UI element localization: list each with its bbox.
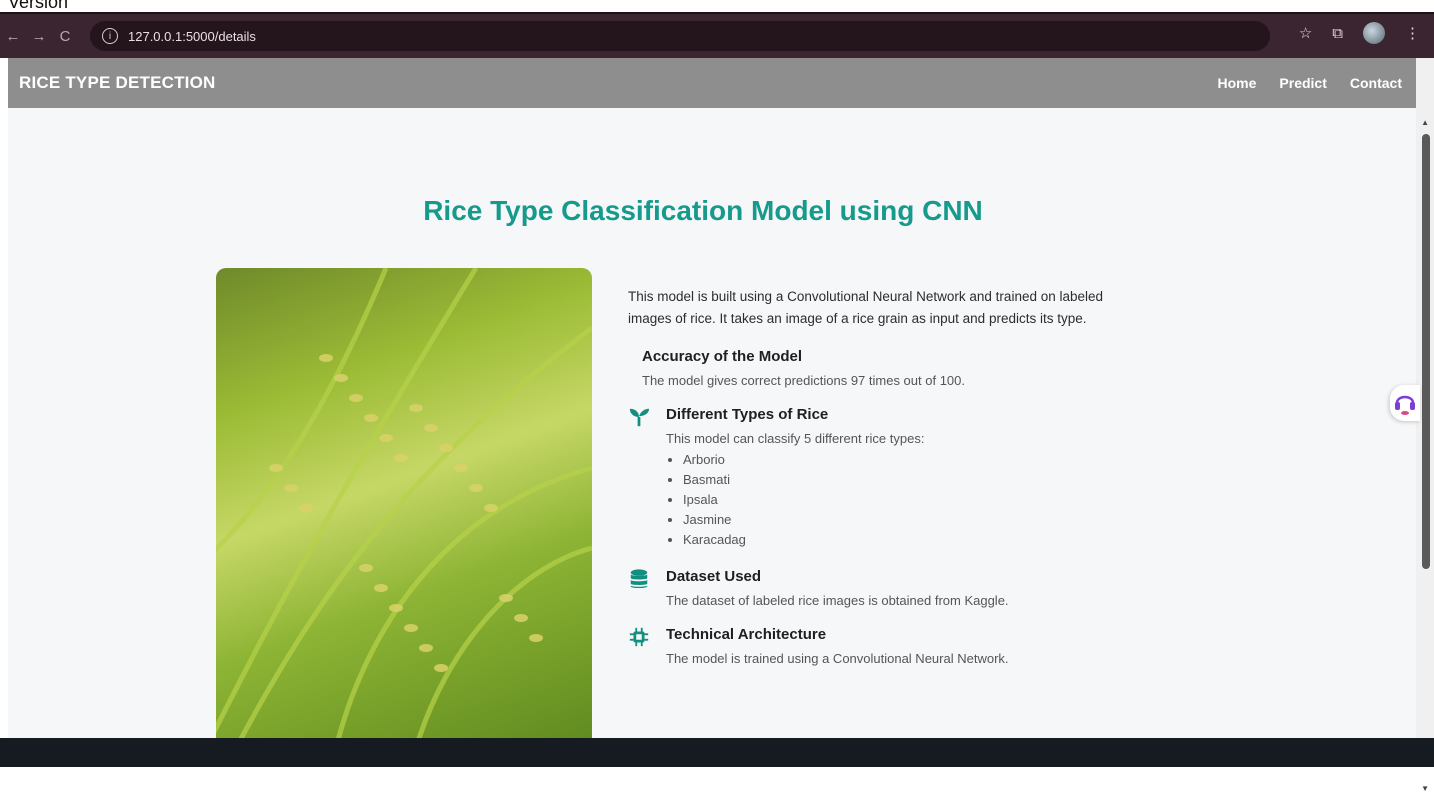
bottom-dark-bar	[0, 738, 1434, 767]
address-bar[interactable]: i 127.0.0.1:5000/details	[90, 21, 1270, 51]
list-item: Ipsala	[683, 490, 1188, 510]
section-heading-dataset: Dataset Used	[666, 568, 762, 585]
site-navbar: RICE TYPE DETECTION Home Predict Contact	[8, 58, 1416, 108]
extensions-icon[interactable]: ⧉	[1332, 25, 1343, 42]
section-accuracy: Accuracy of the Model The model gives co…	[628, 348, 1188, 388]
brand-title[interactable]: RICE TYPE DETECTION	[19, 73, 216, 93]
intro-line-1: This model is built using a Convolutiona…	[628, 289, 1104, 304]
nav-link-contact[interactable]: Contact	[1350, 75, 1402, 91]
nav-link-home[interactable]: Home	[1218, 75, 1257, 91]
top-strip-text: Version	[8, 0, 69, 12]
scroll-up-arrow-icon[interactable]: ▲	[1421, 118, 1429, 127]
nav-links: Home Predict Contact	[1218, 75, 1403, 91]
section-architecture: Technical Architecture The model is trai…	[628, 626, 1188, 666]
site-info-icon[interactable]: i	[102, 28, 118, 44]
section-heading-rice-types: Different Types of Rice	[666, 406, 829, 423]
scroll-thumb[interactable]	[1422, 134, 1430, 569]
list-item: Jasmine	[683, 510, 1188, 530]
intro-line-2: images of rice. It takes an image of a r…	[628, 311, 1087, 326]
support-chat-button[interactable]	[1390, 385, 1420, 421]
headset-icon	[1395, 395, 1415, 415]
section-dataset: Dataset Used The dataset of labeled rice…	[628, 568, 1188, 608]
database-icon	[630, 569, 648, 589]
rice-field-image	[216, 268, 592, 738]
list-item: Basmati	[683, 470, 1188, 490]
top-text-strip: Version	[0, 0, 1434, 12]
rice-illustration	[216, 268, 592, 738]
page-content: RICE TYPE DETECTION Home Predict Contact…	[8, 58, 1416, 738]
list-item: Karacadag	[683, 530, 1188, 550]
details-content: This model is built using a Convolutiona…	[628, 286, 1188, 666]
nav-link-predict[interactable]: Predict	[1279, 75, 1326, 91]
section-text-rice-types: This model can classify 5 different rice…	[666, 431, 925, 446]
browser-menu-icon[interactable]: ⋮	[1405, 24, 1420, 42]
page-title: Rice Type Classification Model using CNN	[423, 195, 983, 226]
profile-avatar[interactable]	[1363, 22, 1385, 44]
bookmark-star-icon[interactable]: ☆	[1299, 24, 1312, 42]
scroll-down-arrow-icon[interactable]: ▼	[1421, 784, 1429, 793]
section-heading-architecture: Technical Architecture	[666, 626, 827, 643]
list-item: Arborio	[683, 450, 1188, 470]
forward-button[interactable]: →	[26, 28, 52, 45]
section-text-architecture: The model is trained using a Convolution…	[666, 651, 1009, 666]
reload-button[interactable]: C	[52, 28, 78, 45]
rice-type-list: Arborio Basmati Ipsala Jasmine Karacadag	[683, 450, 1188, 550]
sprout-icon	[629, 408, 650, 427]
section-text-accuracy: The model gives correct predictions 97 t…	[642, 373, 965, 388]
section-text-dataset: The dataset of labeled rice images is ob…	[666, 593, 1009, 608]
browser-toolbar: ← → C i 127.0.0.1:5000/details ☆ ⧉ ⋮	[0, 12, 1434, 58]
back-button[interactable]: ←	[0, 28, 26, 45]
section-rice-types: Different Types of Rice This model can c…	[628, 406, 1188, 550]
section-heading-accuracy: Accuracy of the Model	[642, 348, 803, 365]
url-text: 127.0.0.1:5000/details	[128, 28, 256, 44]
chip-icon	[629, 627, 649, 647]
